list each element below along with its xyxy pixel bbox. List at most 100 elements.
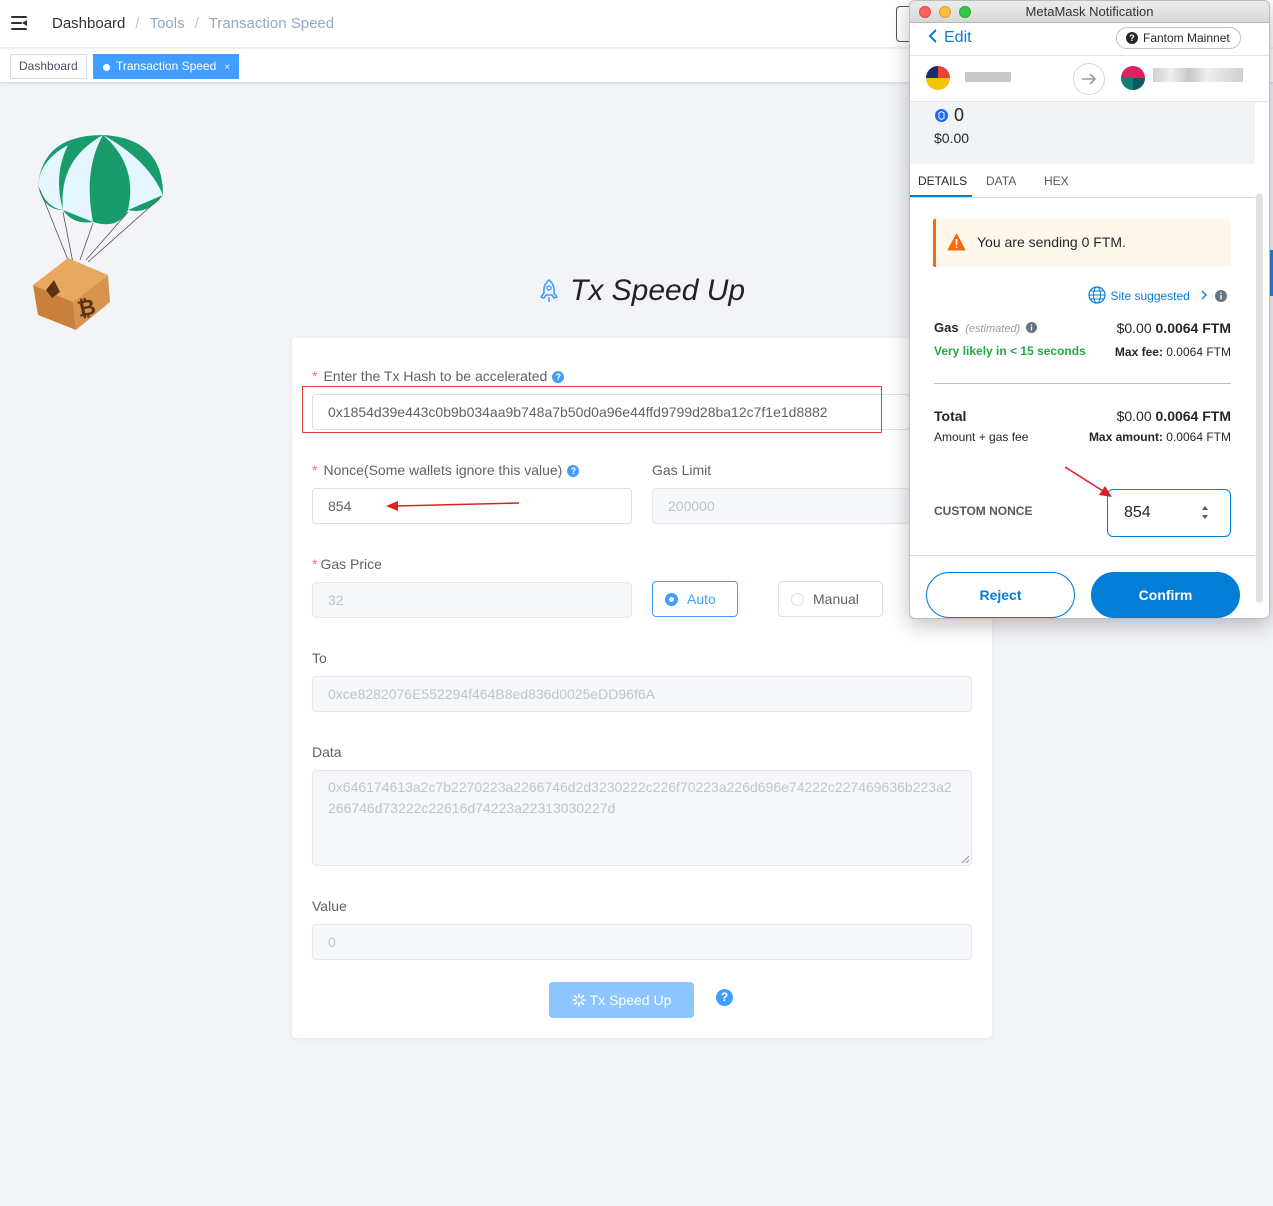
tag-transaction-speed[interactable]: Transaction Speed × — [93, 54, 240, 79]
tx-speed-up-label: Tx Speed Up — [589, 992, 672, 1008]
breadcrumb-transaction-speed: Transaction Speed — [208, 15, 335, 32]
arrow-right-icon — [1073, 63, 1105, 95]
radio-label: Manual — [813, 591, 859, 607]
reject-button[interactable]: Reject — [926, 572, 1075, 618]
edit-label: Edit — [944, 29, 972, 46]
globe-icon — [1088, 286, 1106, 304]
total-fiat: $0.00 — [1116, 408, 1152, 424]
gas-info-icon[interactable] — [1025, 322, 1037, 333]
gas-row-label: Gas (estimated) — [934, 320, 1037, 335]
custom-nonce-value: 854 — [1124, 504, 1151, 521]
warning-icon — [947, 233, 966, 251]
gas-limit-input: 200000 — [652, 488, 910, 524]
amount-fiat: $0.00 — [934, 130, 970, 146]
gas-label: Gas — [934, 320, 959, 335]
site-suggested-link[interactable]: Site suggested — [1088, 286, 1208, 305]
edit-back-button[interactable]: Edit — [928, 29, 972, 47]
window-title: MetaMask Notification — [1025, 4, 1154, 19]
value-input: 0 — [312, 924, 972, 960]
total-ftm: 0.0064 FTM — [1155, 408, 1231, 424]
recipient-avatar-icon — [1121, 66, 1145, 90]
gas-price-input: 32 — [312, 582, 632, 618]
max-fee: Max fee: 0.0064 FTM — [1115, 345, 1231, 359]
divider — [934, 383, 1231, 384]
gas-timing: Very likely in < 15 seconds — [934, 344, 1086, 358]
breadcrumb-dashboard[interactable]: Dashboard — [52, 15, 125, 32]
help-icon[interactable]: ? — [567, 465, 580, 477]
page-title-text: Tx Speed Up — [570, 274, 746, 307]
tab-hex[interactable]: HEX — [1044, 174, 1069, 188]
metamask-notification-window: MetaMask Notification Edit ? Fantom Mainn… — [909, 0, 1270, 619]
window-titlebar: MetaMask Notification — [910, 1, 1269, 23]
custom-nonce-input[interactable]: 854 — [1107, 489, 1231, 537]
loading-spinner-icon — [571, 993, 586, 1007]
amount-gas-fee-label: Amount + gas fee — [934, 430, 1029, 444]
help-icon[interactable]: ? — [552, 371, 565, 383]
stepper-arrows-icon[interactable] — [1200, 503, 1210, 523]
breadcrumb-separator: / — [135, 15, 140, 32]
gas-value: $0.00 0.0064 FTM — [1117, 320, 1231, 336]
blurred-sender-name — [965, 72, 1011, 82]
rocket-icon — [540, 279, 558, 302]
tx-hash-label: * Enter the Tx Hash to be accelerated? — [312, 368, 565, 384]
radio-dot-icon — [665, 593, 678, 606]
gas-price-label-text: Gas Price — [320, 556, 382, 572]
tab-details[interactable]: DETAILS — [918, 174, 967, 188]
total-value: $0.00 0.0064 FTM — [1117, 408, 1231, 424]
radio-label: Auto — [687, 591, 716, 607]
annotation-highlight-box — [302, 386, 882, 433]
amount-value: 0 — [954, 105, 965, 125]
gas-price-label: * Gas Price — [312, 556, 382, 572]
gas-ftm: 0.0064 FTM — [1155, 320, 1231, 336]
site-suggested-label: Site suggested — [1110, 289, 1190, 303]
nonce-input[interactable]: 854 — [312, 488, 632, 524]
value-label: Value — [312, 898, 347, 914]
required-mark: * — [312, 462, 318, 478]
hamburger-menu-icon[interactable] — [11, 16, 27, 30]
tag-label: Transaction Speed — [116, 59, 217, 73]
gas-limit-label: Gas Limit — [652, 462, 712, 478]
nonce-label: * Nonce(Some wallets ignore this value)? — [312, 462, 580, 478]
warning-text: You are sending 0 FTM. — [977, 234, 1126, 250]
active-tab-indicator — [910, 195, 972, 197]
gas-mode-manual-radio[interactable]: Manual — [778, 581, 883, 617]
metamask-tabs: DETAILS DATA HEX — [910, 164, 1255, 198]
breadcrumb-separator: / — [194, 15, 199, 32]
scrollbar[interactable] — [1256, 193, 1263, 603]
max-amount: Max amount: 0.0064 FTM — [1089, 430, 1231, 444]
required-mark: * — [312, 556, 318, 572]
warning-banner: You are sending 0 FTM. — [933, 219, 1231, 267]
data-label: Data — [312, 744, 342, 760]
tab-data[interactable]: DATA — [986, 174, 1016, 188]
tag-label: Dashboard — [19, 59, 78, 73]
tag-dashboard[interactable]: Dashboard — [10, 54, 87, 79]
gas-fiat: $0.00 — [1116, 320, 1152, 336]
to-label: To — [312, 650, 327, 666]
metamask-header: Edit ? Fantom Mainnet — [910, 23, 1269, 56]
account-row — [910, 56, 1269, 102]
radio-dot-icon — [791, 593, 804, 606]
confirm-button[interactable]: Confirm — [1091, 572, 1240, 618]
chevron-left-icon — [928, 29, 937, 43]
resize-handle-icon[interactable] — [961, 855, 970, 864]
required-mark: * — [312, 368, 318, 384]
tx-speed-up-button[interactable]: Tx Speed Up — [549, 982, 694, 1018]
gas-mode-auto-radio[interactable]: Auto — [652, 581, 738, 617]
breadcrumb-tools: Tools — [149, 15, 185, 32]
max-amount-value: 0.0064 FTM — [1166, 430, 1231, 444]
network-selector[interactable]: ? Fantom Mainnet — [1116, 27, 1241, 49]
tag-close-icon[interactable]: × — [224, 62, 230, 73]
info-icon[interactable] — [1215, 290, 1227, 302]
total-label: Total — [934, 408, 967, 424]
max-fee-value: 0.0064 FTM — [1166, 345, 1231, 359]
network-question-icon: ? — [1126, 32, 1138, 44]
nonce-label-text: Nonce(Some wallets ignore this value) — [323, 462, 563, 478]
to-input: 0xce8282076E552294f464B8ed836d0025eDD96f… — [312, 676, 972, 712]
breadcrumb: Dashboard / Tools / Transaction Speed — [52, 15, 334, 32]
sender-avatar-icon — [926, 66, 950, 90]
max-amount-label: Max amount: — [1088, 430, 1163, 444]
max-fee-label: Max fee: — [1114, 345, 1163, 359]
help-icon[interactable]: ? — [716, 989, 733, 1006]
data-textarea: 0x646174613a2c7b2270223a2266746d2d323022… — [312, 770, 972, 866]
network-name: Fantom Mainnet — [1143, 31, 1230, 45]
